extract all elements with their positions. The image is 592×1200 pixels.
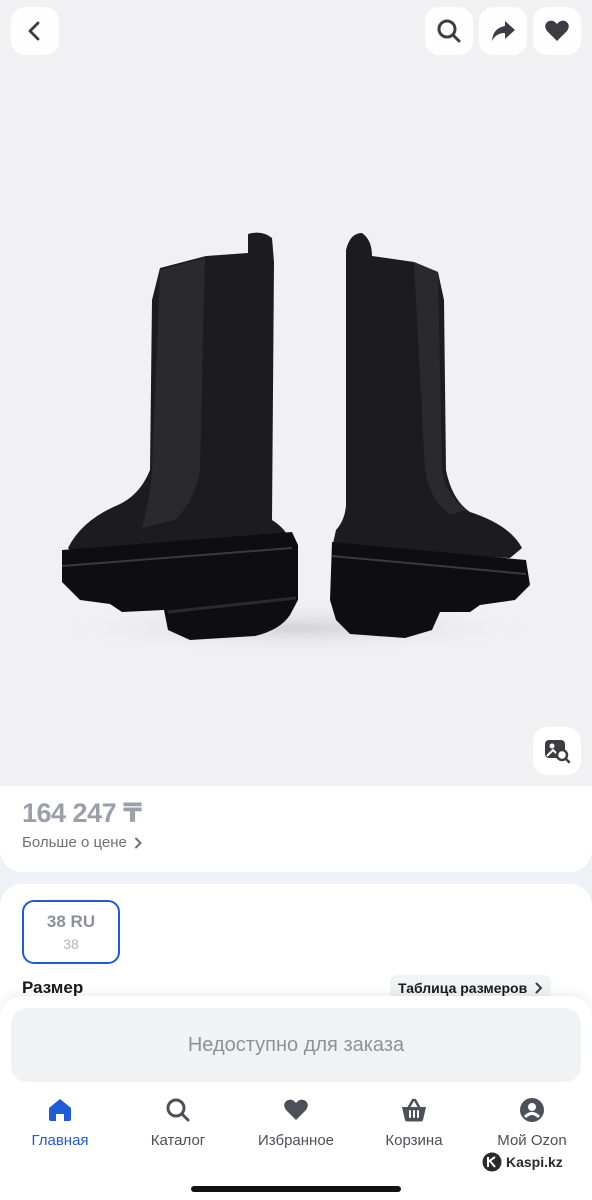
home-indicator bbox=[191, 1186, 401, 1192]
nav-label-favorites: Избранное bbox=[257, 1132, 335, 1149]
more-about-price-link[interactable]: Больше о цене bbox=[22, 834, 143, 851]
size-option-sub: 38 bbox=[63, 936, 79, 952]
nav-item-cart[interactable]: Корзина bbox=[355, 1094, 473, 1154]
size-heading: Размер bbox=[22, 978, 84, 997]
unavailable-order-button[interactable]: Недоступно для заказа bbox=[11, 1008, 581, 1082]
image-search-icon bbox=[545, 740, 571, 764]
nav-item-profile[interactable]: Мой Ozon bbox=[473, 1094, 591, 1154]
nav-item-favorites[interactable]: Избранное bbox=[237, 1094, 355, 1154]
product-image bbox=[36, 232, 556, 656]
price-section: 164 247 ₸ Больше о цене bbox=[0, 786, 592, 872]
size-section: 38 RU 38 Размер Таблица размеров bbox=[0, 884, 592, 1014]
bottom-panel: Недоступно для заказа Главная Каталог Из… bbox=[0, 996, 592, 1200]
product-page: 164 247 ₸ Больше о цене 38 RU 38 Размер … bbox=[0, 0, 592, 1200]
product-gallery[interactable] bbox=[0, 0, 592, 786]
size-option-38[interactable]: 38 RU 38 bbox=[22, 900, 120, 964]
chevron-right-icon bbox=[535, 982, 543, 994]
visual-search-button[interactable] bbox=[533, 727, 581, 775]
nav-label-cart: Корзина bbox=[385, 1132, 443, 1149]
kaspi-logo-icon bbox=[482, 1152, 502, 1172]
product-price: 164 247 ₸ bbox=[22, 798, 142, 828]
nav-label-catalog: Каталог bbox=[150, 1132, 206, 1149]
search-button[interactable] bbox=[425, 7, 473, 55]
chevron-right-icon bbox=[134, 837, 142, 848]
search-icon bbox=[166, 1098, 190, 1122]
share-arrow-icon bbox=[492, 21, 515, 41]
heart-icon bbox=[284, 1099, 308, 1120]
kaspi-watermark: Kaspi.kz bbox=[482, 1152, 563, 1172]
home-icon bbox=[49, 1099, 71, 1121]
nav-item-home[interactable]: Главная bbox=[1, 1094, 119, 1154]
more-about-price-label: Больше о цене bbox=[22, 834, 127, 851]
back-button[interactable] bbox=[11, 7, 59, 55]
heart-icon bbox=[545, 20, 569, 41]
favorite-button[interactable] bbox=[533, 7, 581, 55]
size-table-label: Таблица размеров bbox=[398, 980, 528, 996]
share-button[interactable] bbox=[479, 7, 527, 55]
watermark-text: Kaspi.kz bbox=[506, 1154, 563, 1170]
search-icon bbox=[437, 19, 461, 43]
nav-label-home: Главная bbox=[31, 1132, 89, 1149]
profile-icon bbox=[520, 1098, 544, 1122]
basket-icon bbox=[402, 1098, 426, 1122]
chevron-left-icon bbox=[28, 21, 40, 41]
nav-label-profile: Мой Ozon bbox=[497, 1132, 567, 1149]
nav-item-catalog[interactable]: Каталог bbox=[119, 1094, 237, 1154]
bottom-navigation: Главная Каталог Избранное Корзина Мой Oz… bbox=[0, 1094, 592, 1154]
size-option-main: 38 RU bbox=[46, 912, 96, 931]
